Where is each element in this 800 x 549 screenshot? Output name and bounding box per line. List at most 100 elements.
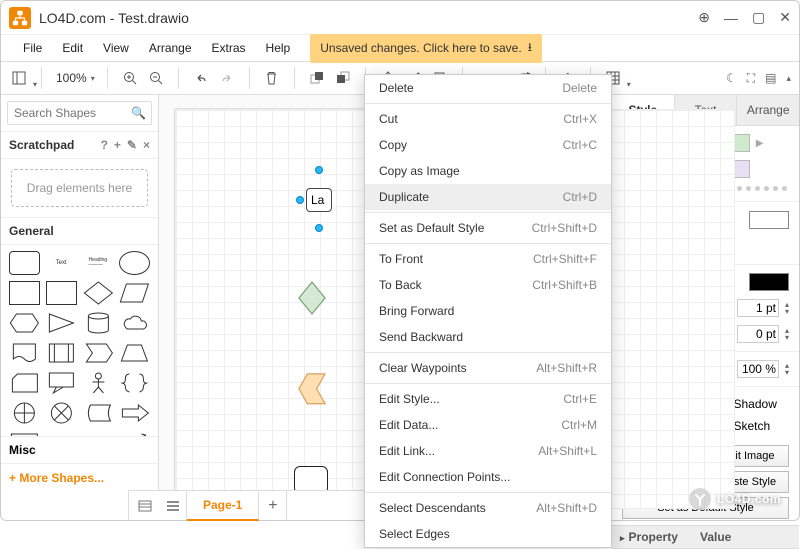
scratchpad-dropzone[interactable]: Drag elements here bbox=[11, 169, 148, 207]
property-header[interactable]: ▸Property Value bbox=[612, 525, 799, 549]
shape-triangle[interactable] bbox=[46, 311, 77, 335]
shape-ellipse[interactable] bbox=[119, 251, 150, 275]
shape-cylinder[interactable] bbox=[83, 311, 114, 335]
page-dot[interactable] bbox=[782, 186, 787, 191]
shape-list[interactable] bbox=[9, 431, 40, 436]
page-tab-1[interactable]: Page-1 bbox=[187, 492, 259, 521]
page-dot[interactable] bbox=[737, 186, 742, 191]
shape-card[interactable] bbox=[9, 371, 40, 395]
selection-handle[interactable] bbox=[315, 166, 323, 174]
shape-rect2[interactable] bbox=[46, 281, 77, 305]
shape-ibox[interactable] bbox=[46, 341, 77, 365]
format-panel-icon[interactable]: ▤ bbox=[765, 71, 776, 85]
maximize-button[interactable]: ▢ bbox=[752, 9, 765, 26]
selection-handle[interactable] bbox=[315, 224, 323, 232]
shape-textbox[interactable]: Heading──── bbox=[83, 251, 114, 275]
menu-file[interactable]: File bbox=[15, 39, 50, 57]
ctx-item[interactable]: DeleteDelete bbox=[365, 75, 611, 101]
canvas-hexagon-shape[interactable] bbox=[298, 372, 326, 408]
menu-edit[interactable]: Edit bbox=[54, 39, 91, 57]
selection-handle[interactable] bbox=[296, 196, 304, 204]
shape-parallelogram[interactable] bbox=[119, 281, 150, 305]
zoom-out-icon[interactable] bbox=[146, 68, 166, 88]
shape-text[interactable]: Text bbox=[46, 251, 77, 275]
ctx-item[interactable]: Edit Connection Points... bbox=[365, 464, 611, 490]
shape-arrow-right[interactable] bbox=[119, 401, 150, 425]
menu-help[interactable]: Help bbox=[258, 39, 299, 57]
ctx-item[interactable]: To FrontCtrl+Shift+F bbox=[365, 246, 611, 272]
page-dot[interactable] bbox=[755, 186, 760, 191]
shape-callout[interactable] bbox=[46, 371, 77, 395]
shape-trapezoid[interactable] bbox=[119, 341, 150, 365]
opacity-input[interactable] bbox=[737, 360, 779, 378]
shape-rounded-rect[interactable] bbox=[9, 251, 40, 275]
shape-diamond[interactable] bbox=[83, 281, 114, 305]
ctx-item[interactable]: Set as Default StyleCtrl+Shift+D bbox=[365, 215, 611, 241]
menu-extras[interactable]: Extras bbox=[204, 39, 254, 57]
shape-and[interactable] bbox=[46, 401, 77, 425]
perimeter-input[interactable] bbox=[737, 325, 779, 343]
appearance-icon[interactable]: ☾ bbox=[726, 71, 737, 85]
scratchpad-header[interactable]: Scratchpad ? + ✎ × bbox=[1, 132, 158, 159]
shape-document[interactable] bbox=[9, 341, 40, 365]
ctx-item[interactable]: Bring Forward bbox=[365, 298, 611, 324]
close-icon[interactable]: × bbox=[143, 138, 150, 152]
menu-view[interactable]: View bbox=[95, 39, 137, 57]
to-back-icon[interactable] bbox=[333, 68, 353, 88]
ctx-item[interactable]: CutCtrl+X bbox=[365, 106, 611, 132]
ctx-item[interactable]: Edit Link...Alt+Shift+L bbox=[365, 438, 611, 464]
sidebar-toggle-button[interactable] bbox=[9, 68, 29, 88]
edit-icon[interactable]: ✎ bbox=[127, 138, 137, 152]
collapse-icon[interactable]: ▴ bbox=[786, 73, 791, 84]
ctx-item[interactable]: Edit Style...Ctrl+E bbox=[365, 386, 611, 412]
delete-icon[interactable] bbox=[262, 68, 282, 88]
search-icon[interactable]: 🔍 bbox=[131, 106, 146, 120]
shape-rect[interactable] bbox=[9, 281, 40, 305]
page-dot[interactable] bbox=[773, 186, 778, 191]
ctx-item[interactable]: Edit Data...Ctrl+M bbox=[365, 412, 611, 438]
shape-hexagon[interactable] bbox=[9, 311, 40, 335]
menu-arrange[interactable]: Arrange bbox=[141, 39, 200, 57]
language-icon[interactable]: ⊕ bbox=[698, 9, 710, 26]
ctx-item[interactable]: Send Backward bbox=[365, 324, 611, 350]
help-icon[interactable]: ? bbox=[101, 138, 108, 152]
swatch-next-icon[interactable]: ▶ bbox=[754, 138, 766, 149]
shape-braces[interactable] bbox=[119, 371, 150, 395]
shape-step[interactable] bbox=[83, 341, 114, 365]
unsaved-banner[interactable]: Unsaved changes. Click here to save. ⭳ bbox=[310, 34, 542, 63]
ctx-item[interactable]: To BackCtrl+Shift+B bbox=[365, 272, 611, 298]
ctx-item[interactable]: Select DescendantsAlt+Shift+D bbox=[365, 495, 611, 521]
shape-line-curve[interactable] bbox=[83, 431, 114, 436]
shape-line-bi[interactable] bbox=[119, 431, 150, 436]
shape-datastorage[interactable] bbox=[83, 401, 114, 425]
page-dot[interactable] bbox=[746, 186, 751, 191]
undo-icon[interactable] bbox=[191, 68, 211, 88]
line-color-button[interactable] bbox=[749, 273, 789, 291]
add-page-button[interactable]: + bbox=[259, 491, 287, 520]
page-dot[interactable] bbox=[764, 186, 769, 191]
redo-icon[interactable] bbox=[217, 68, 237, 88]
more-shapes-button[interactable]: + More Shapes... bbox=[1, 463, 158, 492]
tab-arrange[interactable]: Arrange bbox=[737, 95, 799, 125]
zoom-control[interactable]: 100%▾ bbox=[54, 71, 95, 85]
page-menu-button[interactable] bbox=[159, 491, 187, 520]
ctx-item[interactable]: Select Edges bbox=[365, 521, 611, 547]
shape-actor[interactable] bbox=[83, 371, 114, 395]
canvas-selected-shape[interactable]: La bbox=[306, 188, 332, 212]
line-width-input[interactable] bbox=[737, 299, 779, 317]
shape-or[interactable] bbox=[9, 401, 40, 425]
shape-cloud[interactable] bbox=[119, 311, 150, 335]
general-section-header[interactable]: General bbox=[1, 217, 158, 245]
to-front-icon[interactable] bbox=[307, 68, 327, 88]
zoom-in-icon[interactable] bbox=[120, 68, 140, 88]
canvas-diamond-shape[interactable] bbox=[298, 280, 326, 316]
close-button[interactable]: ✕ bbox=[779, 9, 791, 26]
add-icon[interactable]: + bbox=[114, 138, 121, 152]
fill-color-button[interactable] bbox=[749, 211, 789, 229]
outline-toggle-button[interactable] bbox=[128, 490, 160, 520]
fullscreen-icon[interactable]: ⛶ bbox=[747, 71, 755, 86]
ctx-item[interactable]: DuplicateCtrl+D bbox=[365, 184, 611, 210]
ctx-item[interactable]: Clear WaypointsAlt+Shift+R bbox=[365, 355, 611, 381]
minimize-button[interactable]: — bbox=[724, 10, 738, 26]
ctx-item[interactable]: CopyCtrl+C bbox=[365, 132, 611, 158]
